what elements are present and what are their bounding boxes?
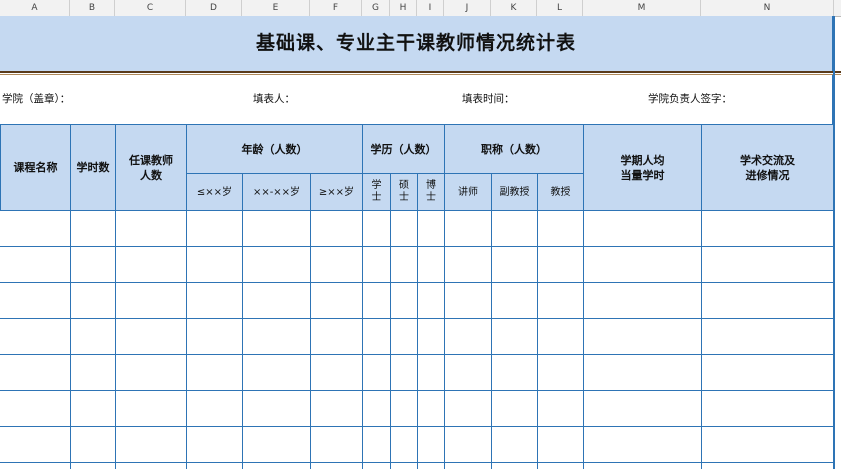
grid-vline <box>390 210 391 469</box>
header-age-over-text: ≥××岁 <box>318 186 355 198</box>
header-title-associate[interactable]: 副教授 <box>491 173 538 211</box>
header-age-range-text: ××-××岁 <box>252 186 301 198</box>
college-seal-label: 学院（盖章）： <box>2 93 71 105</box>
title-rule-thick <box>0 71 841 73</box>
sheet-title-cell[interactable]: 基础课、专业主干课教师情况统计表 <box>0 16 834 71</box>
header-hours-text: 学时数 <box>76 161 110 174</box>
grid-hline <box>0 354 834 355</box>
header-title-associate-text: 副教授 <box>499 186 530 198</box>
header-course-name[interactable]: 课程名称 <box>0 124 71 211</box>
header-age-over[interactable]: ≥××岁 <box>310 173 363 211</box>
header-title-professor[interactable]: 教授 <box>537 173 584 211</box>
header-title-professor-text: 教授 <box>550 186 571 198</box>
col-header-l[interactable]: L <box>537 0 583 16</box>
col-header-i[interactable]: I <box>417 0 444 16</box>
grid-vline <box>444 210 445 469</box>
grid-vline <box>491 210 492 469</box>
col-header-g[interactable]: G <box>362 0 390 16</box>
col-header-f[interactable]: F <box>310 0 362 16</box>
col-header-j[interactable]: J <box>444 0 491 16</box>
col-header-b[interactable]: B <box>70 0 115 16</box>
header-degree-master[interactable]: 硕 士 <box>390 173 418 211</box>
header-teacher-count-text: 任课教师 人数 <box>129 153 173 182</box>
header-title-lecturer[interactable]: 讲师 <box>444 173 492 211</box>
grid-hline <box>0 246 834 247</box>
sheet-title: 基础课、专业主干课教师情况统计表 <box>255 32 576 54</box>
header-age-group-text: 年龄（人数） <box>241 142 308 156</box>
header-exchange-text: 学术交流及 进修情况 <box>740 153 795 182</box>
header-age-under-text: ≤××岁 <box>196 186 233 198</box>
grid-right-border <box>833 16 835 469</box>
header-avg-hours[interactable]: 学期人均 当量学时 <box>583 124 702 211</box>
header-degree-group[interactable]: 学历（人数） <box>362 124 445 174</box>
col-header-d[interactable]: D <box>186 0 242 16</box>
header-age-group[interactable]: 年龄（人数） <box>186 124 363 174</box>
header-hours[interactable]: 学时数 <box>70 124 116 211</box>
col-header-m[interactable]: M <box>583 0 701 16</box>
grid-hline <box>0 390 834 391</box>
grid-vline <box>115 210 116 469</box>
dean-sign-label: 学院负责人签字： <box>648 93 732 105</box>
grid-hline <box>0 462 834 463</box>
column-header-bar: A B C D E F G H I J K L M N <box>0 0 841 17</box>
header-course-name-text: 课程名称 <box>13 161 58 174</box>
header-degree-bachelor-text: 学 士 <box>371 180 382 203</box>
header-avg-hours-text: 学期人均 当量学时 <box>620 153 665 182</box>
header-age-range[interactable]: ××-××岁 <box>242 173 311 211</box>
grid-vline <box>537 210 538 469</box>
grid-hline <box>0 318 834 319</box>
header-age-under[interactable]: ≤××岁 <box>186 173 243 211</box>
header-degree-group-text: 学历（人数） <box>370 142 437 156</box>
grid-hline <box>0 426 834 427</box>
col-header-h[interactable]: H <box>390 0 417 16</box>
col-header-k[interactable]: K <box>491 0 537 16</box>
header-teacher-count[interactable]: 任课教师 人数 <box>115 124 187 211</box>
grid-vline <box>701 210 702 469</box>
header-title-group[interactable]: 职称（人数） <box>444 124 584 174</box>
col-header-c[interactable]: C <box>115 0 186 16</box>
grid-vline <box>186 210 187 469</box>
grid-vline <box>310 210 311 469</box>
header-exchange[interactable]: 学术交流及 进修情况 <box>701 124 834 211</box>
header-degree-bachelor[interactable]: 学 士 <box>362 173 391 211</box>
col-header-n[interactable]: N <box>701 0 834 16</box>
grid-hline <box>0 282 834 283</box>
grid-vline <box>583 210 584 469</box>
col-header-a[interactable]: A <box>0 0 70 16</box>
header-title-group-text: 职称（人数） <box>481 142 547 156</box>
header-degree-doctor-text: 博 士 <box>426 180 436 203</box>
grid-vline <box>362 210 363 469</box>
fill-time-label: 填表时间： <box>462 93 515 105</box>
header-title-lecturer-text: 讲师 <box>458 186 478 198</box>
header-degree-master-text: 硕 士 <box>399 180 409 203</box>
grid-vline <box>242 210 243 469</box>
header-degree-doctor[interactable]: 博 士 <box>417 173 445 211</box>
grid-vline <box>70 210 71 469</box>
filler-label: 填表人： <box>253 93 295 105</box>
col-header-e[interactable]: E <box>242 0 310 16</box>
grid-vline <box>417 210 418 469</box>
